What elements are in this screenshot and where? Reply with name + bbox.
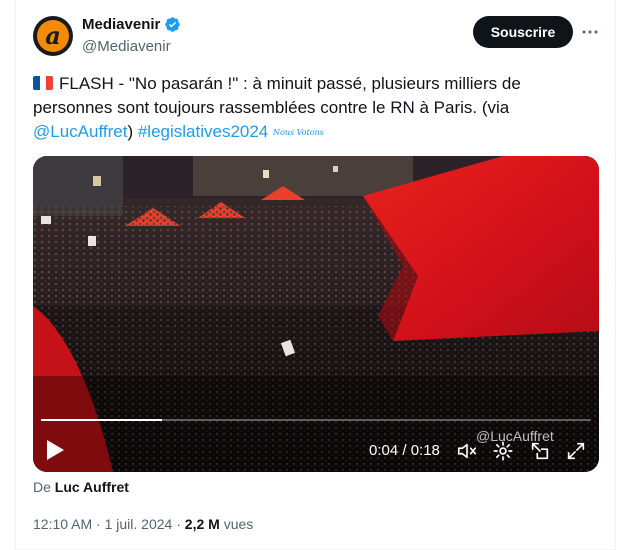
meta-separator-2: · — [176, 516, 181, 532]
play-icon[interactable] — [45, 439, 65, 461]
settings-icon[interactable] — [492, 440, 514, 462]
tweet-meta: 12:10 AM · 1 juil. 2024 · 2,2 M vues — [33, 516, 253, 532]
video-progress-bar[interactable] — [41, 419, 591, 421]
source-prefix: De — [33, 479, 51, 495]
france-flag-icon — [33, 76, 53, 90]
avatar[interactable]: a — [33, 16, 73, 56]
source-author-link[interactable]: Luc Auffret — [55, 479, 129, 495]
avatar-logo: a — [37, 20, 69, 52]
video-player[interactable]: @LucAuffret 0:04 / 0:18 — [33, 156, 599, 472]
views-count: 2,2 M — [184, 516, 220, 532]
video-time: 0:04 / 0:18 — [369, 442, 440, 459]
verified-badge-icon — [165, 17, 181, 32]
tweet-text-part2: ) — [127, 122, 138, 141]
views-label: vues — [223, 516, 254, 532]
mention-link[interactable]: @LucAuffret — [33, 122, 127, 141]
video-progress-fill — [41, 419, 162, 421]
fullscreen-icon[interactable] — [565, 440, 587, 462]
hashtag-sticker: Nous Votons — [273, 128, 324, 137]
tweet-text-part1: FLASH - "No pasarán !" : à minuit passé,… — [33, 74, 521, 117]
video-source: De Luc Auffret — [33, 479, 129, 495]
meta-separator: · — [96, 516, 101, 532]
tweet-time[interactable]: 12:10 AM — [33, 516, 92, 532]
tweet-text: FLASH - "No pasarán !" : à minuit passé,… — [33, 72, 593, 145]
video-frame — [33, 156, 599, 472]
hashtag-link[interactable]: #legislatives2024 — [138, 122, 268, 141]
account-handle[interactable]: @Mediavenir — [82, 38, 171, 55]
picture-in-picture-icon[interactable] — [529, 440, 551, 462]
more-horizontal-icon[interactable] — [578, 20, 602, 44]
mute-icon[interactable] — [456, 440, 478, 462]
account-name[interactable]: Mediavenir — [82, 16, 160, 33]
account-name-row[interactable]: Mediavenir — [82, 16, 181, 33]
tweet-date[interactable]: 1 juil. 2024 — [105, 516, 173, 532]
subscribe-button[interactable]: Souscrire — [473, 16, 573, 48]
